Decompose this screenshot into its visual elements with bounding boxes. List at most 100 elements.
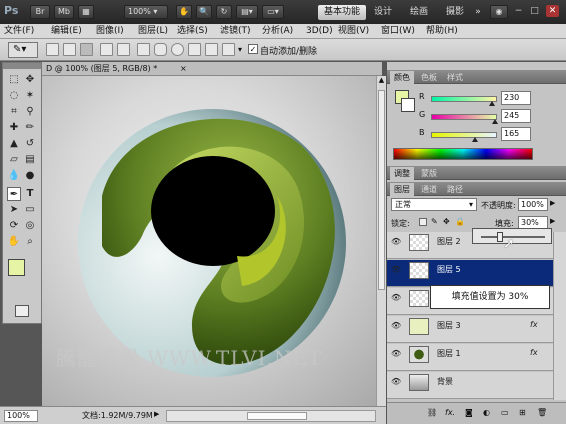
tab-paths[interactable]: 路径 (443, 183, 467, 196)
vertical-scroll-thumb[interactable] (378, 90, 385, 290)
menu-filter[interactable]: 滤镜(T) (220, 24, 251, 39)
tab-channels[interactable]: 通道 (417, 183, 441, 196)
layer-fx-badge[interactable]: fx (530, 348, 538, 357)
tab-swatches[interactable]: 色板 (417, 71, 441, 84)
menu-image[interactable]: 图像(I) (96, 24, 124, 39)
dodge-icon[interactable]: ● (23, 169, 37, 183)
blur-icon[interactable]: 💧 (7, 169, 21, 183)
menu-edit[interactable]: 编辑(E) (51, 24, 82, 39)
hand-icon[interactable]: ✋ (7, 235, 21, 249)
path-selection-icon[interactable]: ➤ (7, 203, 21, 217)
fx-icon[interactable]: fx. (445, 408, 455, 417)
blue-slider-handle[interactable] (471, 137, 478, 142)
line-icon[interactable] (205, 43, 218, 56)
eye-icon[interactable]: 👁 (391, 237, 401, 247)
green-slider-handle[interactable] (492, 119, 499, 124)
lock-all-icon[interactable]: 🔒 (455, 217, 465, 226)
shape-tool-icon[interactable]: ▭ (23, 203, 37, 217)
shape-layers-icon[interactable] (46, 43, 59, 56)
blend-mode-select[interactable]: 正常 ▾ (391, 198, 477, 211)
pen-icon[interactable] (100, 43, 113, 56)
lock-transparency-icon[interactable] (419, 218, 427, 226)
lasso-icon[interactable]: ◌ (7, 89, 21, 103)
foreground-color-swatch[interactable] (8, 259, 25, 276)
rounded-rectangle-icon[interactable] (154, 43, 167, 56)
history-brush-icon[interactable]: ↺ (23, 137, 37, 151)
eye-icon[interactable]: 👁 (391, 377, 401, 387)
menu-window[interactable]: 窗口(W) (381, 24, 415, 39)
color-spectrum-bar[interactable] (393, 148, 533, 160)
arrange-documents-button[interactable]: ▤▾ (236, 5, 258, 19)
trash-icon[interactable]: 🗑 (537, 408, 547, 417)
cs-live-button[interactable]: ◉ (490, 5, 508, 19)
zoom-icon[interactable]: ⌕ (23, 235, 37, 249)
menu-help[interactable]: 帮助(H) (426, 24, 458, 39)
gradient-icon[interactable]: ▤ (23, 153, 37, 167)
group-icon[interactable]: ▭ (501, 408, 509, 417)
crop-icon[interactable]: ⌗ (7, 105, 21, 119)
workspace-photography[interactable]: 摄影 (440, 5, 470, 20)
lock-pixels-icon[interactable]: ✎ (431, 217, 438, 226)
blue-slider-track[interactable] (431, 132, 497, 142)
3d-orbit-icon[interactable]: ◎ (23, 219, 37, 233)
zoom-select[interactable]: 100% ▾ (124, 5, 168, 19)
close-icon[interactable]: ✕ (546, 5, 559, 17)
geometry-options-icon[interactable]: ▾ (238, 45, 242, 54)
menu-file[interactable]: 文件(F) (4, 24, 34, 39)
opacity-arrow-icon[interactable]: ▶ (550, 199, 555, 207)
eye-icon[interactable]: 👁 (391, 265, 401, 275)
eye-icon[interactable]: 👁 (391, 293, 401, 303)
menu-view[interactable]: 视图(V) (338, 24, 369, 39)
rectangle-icon[interactable] (137, 43, 150, 56)
auto-add-checkbox[interactable]: ✓ (248, 44, 258, 54)
mini-bridge-button[interactable]: Mb (54, 5, 74, 19)
eye-icon[interactable]: 👁 (391, 321, 401, 331)
tab-layers[interactable]: 图层 (390, 183, 414, 196)
blue-value-field[interactable]: 165 (501, 127, 531, 141)
custom-shape-icon[interactable] (222, 43, 235, 56)
zoom-field[interactable]: 100% (4, 410, 38, 422)
fill-pixels-icon[interactable] (80, 43, 93, 56)
eyedropper-icon[interactable]: ⚲ (23, 105, 37, 119)
horizontal-scrollbar[interactable] (166, 410, 376, 422)
document-tab[interactable]: D @ 100% (图层 5, RGB/8) * × (42, 62, 382, 76)
pen-tool-icon[interactable]: ✒ (7, 187, 21, 201)
mask-icon[interactable]: ◙ (465, 408, 473, 417)
eye-icon[interactable]: 👁 (391, 349, 401, 359)
red-slider-handle[interactable] (488, 101, 495, 106)
zoom-tool-button[interactable]: 🔍 (196, 5, 212, 19)
layer-row[interactable]: 👁 背景 (387, 372, 553, 399)
link-icon[interactable]: ⛓ (427, 408, 437, 417)
workspace-more[interactable]: » (472, 5, 484, 20)
eraser-icon[interactable]: ▱ (7, 153, 21, 167)
clone-stamp-icon[interactable]: ▲ (7, 137, 21, 151)
minimize-icon[interactable]: − (512, 5, 525, 17)
magic-wand-icon[interactable]: ✶ (23, 89, 37, 103)
polygon-icon[interactable] (188, 43, 201, 56)
move-icon[interactable]: ✥ (23, 73, 37, 87)
layer-row[interactable]: 👁 图层 3 fx (387, 316, 553, 343)
tool-preset-picker[interactable]: ✎▾ (8, 42, 38, 58)
toolbox-grip[interactable] (3, 63, 41, 69)
opacity-field[interactable]: 100% (518, 198, 548, 211)
tab-styles[interactable]: 样式 (443, 71, 467, 84)
quick-mask-icon[interactable] (15, 305, 29, 317)
workspace-painting[interactable]: 绘画 (404, 5, 434, 20)
layer-row[interactable]: 👁 图层 1 fx (387, 344, 553, 371)
hand-tool-button[interactable]: ✋ (176, 5, 192, 19)
rotate-view-button[interactable]: ↻ (216, 5, 232, 19)
workspace-essentials[interactable]: 基本功能 (318, 5, 366, 20)
tab-masks[interactable]: 蒙版 (417, 167, 441, 180)
fill-arrow-icon[interactable]: ▶ (550, 217, 555, 225)
layers-scrollbar[interactable] (553, 232, 566, 400)
red-slider-track[interactable] (431, 96, 497, 106)
document-close-icon[interactable]: × (180, 62, 187, 76)
layer-fx-badge[interactable]: fx (530, 320, 538, 329)
adjustment-layer-icon[interactable]: ◐ (483, 408, 490, 417)
marquee-icon[interactable]: ⬚ (7, 73, 21, 87)
menu-select[interactable]: 选择(S) (177, 24, 208, 39)
tab-adjustments[interactable]: 调整 (390, 167, 414, 180)
green-value-field[interactable]: 245 (501, 109, 531, 123)
status-menu-icon[interactable]: ▶ (154, 410, 162, 418)
horizontal-scroll-thumb[interactable] (247, 412, 307, 420)
